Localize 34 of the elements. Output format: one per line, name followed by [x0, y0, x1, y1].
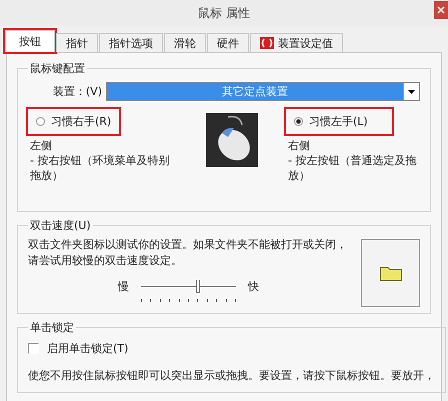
device-label: 装置：(V): [52, 84, 102, 99]
tab[interactable]: 指针: [56, 33, 98, 52]
side-label: 右侧: [288, 138, 311, 153]
tab[interactable]: 硬件: [207, 33, 249, 52]
group-title: 双击速度(U): [29, 218, 92, 233]
radio-option[interactable]: 习惯左手(L): [286, 109, 392, 134]
mouse-icon: [206, 113, 258, 167]
side-label: 左侧: [30, 138, 53, 153]
slow-label: 慢: [118, 279, 129, 294]
test-area[interactable]: [361, 239, 420, 307]
radio-button[interactable]: [36, 117, 45, 126]
window-title: 鼠标 属性: [198, 4, 250, 22]
slider-thumb[interactable]: [196, 280, 200, 293]
checkbox-option[interactable]: 启用单击锁定(T): [28, 341, 435, 356]
speed-slider[interactable]: [141, 279, 236, 305]
radio-button[interactable]: [294, 117, 303, 126]
tab[interactable]: 按钮: [5, 30, 55, 52]
group-title: 单击锁定: [29, 320, 75, 335]
device-icon: [260, 37, 274, 49]
caret-icon: [408, 90, 415, 94]
tab[interactable]: 装置设定值: [250, 33, 343, 52]
tab[interactable]: 指针选项: [99, 33, 163, 52]
button-description: - 按右按钮（环境菜单及特别拖放）: [30, 153, 170, 183]
folder-icon: [380, 265, 402, 281]
close-button[interactable]: [434, 1, 448, 19]
group-title: 鼠标键配置: [29, 61, 86, 76]
description-text: 使您不用按住鼠标按钮即可以突出显示或拖拽。要设置，请按下鼠标按钮。要放开，: [28, 368, 435, 384]
description-text: 双击文件夹图标以测试你的设置。如果文件夹不能被打开或关闭，请尝试用较慢的双击速度设定。: [28, 237, 348, 269]
fast-label: 快: [248, 279, 259, 294]
radio-option[interactable]: 习惯右手(R): [28, 109, 120, 134]
tab[interactable]: 滑轮: [164, 33, 206, 52]
close-icon: [437, 6, 445, 14]
checkbox[interactable]: [28, 343, 39, 354]
button-description: - 按左按钮（普通选定及拖放）: [288, 153, 418, 183]
